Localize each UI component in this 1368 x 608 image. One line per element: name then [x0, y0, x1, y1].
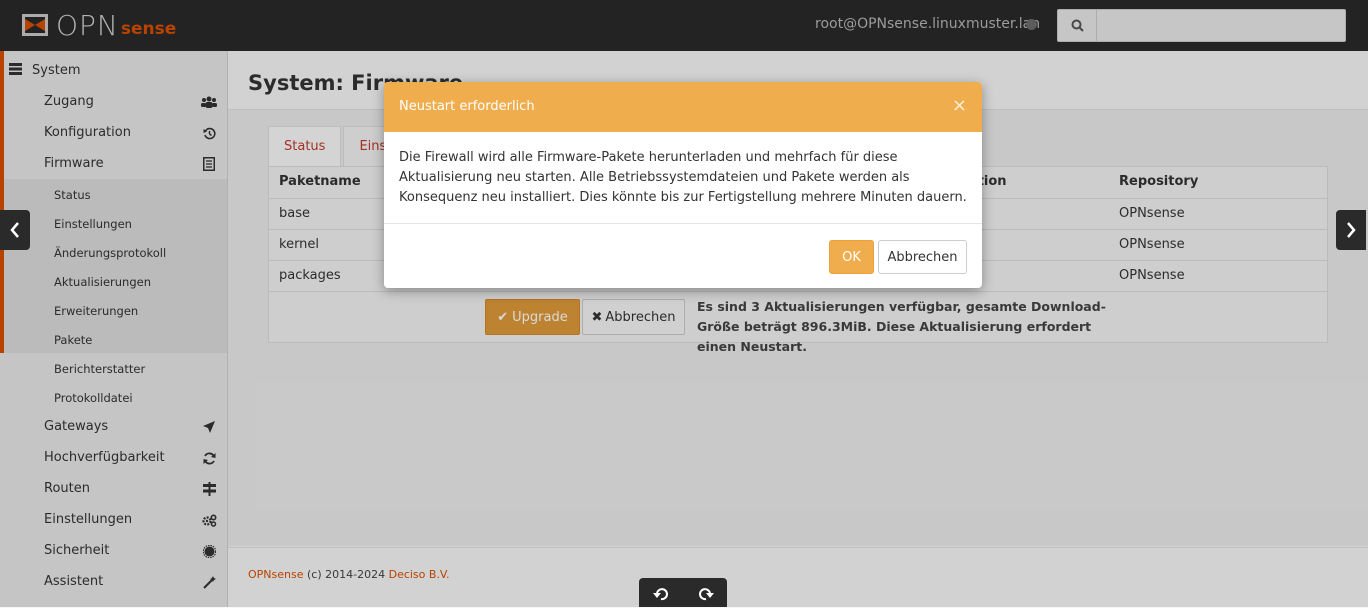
- dialog-footer: OK Abbrechen: [384, 223, 982, 288]
- previous-arrow-button[interactable]: [0, 210, 30, 250]
- restart-required-dialog: Neustart erforderlich × Die Firewall wir…: [384, 82, 982, 288]
- ok-button[interactable]: OK: [829, 240, 874, 274]
- next-arrow-button[interactable]: [1336, 210, 1366, 250]
- rotate-controls: [639, 578, 727, 607]
- close-icon[interactable]: ×: [952, 95, 967, 116]
- cancel-button[interactable]: Abbrechen: [878, 240, 967, 274]
- dialog-message: Die Firewall wird alle Firmware-Pakete h…: [399, 150, 967, 205]
- rotate-right-icon[interactable]: [697, 586, 714, 606]
- chevron-left-icon: [10, 222, 19, 238]
- chevron-right-icon: [1347, 222, 1356, 238]
- dialog-header: Neustart erforderlich ×: [384, 82, 982, 132]
- rotate-left-icon[interactable]: [652, 586, 670, 606]
- dialog-title: Neustart erforderlich: [399, 99, 535, 114]
